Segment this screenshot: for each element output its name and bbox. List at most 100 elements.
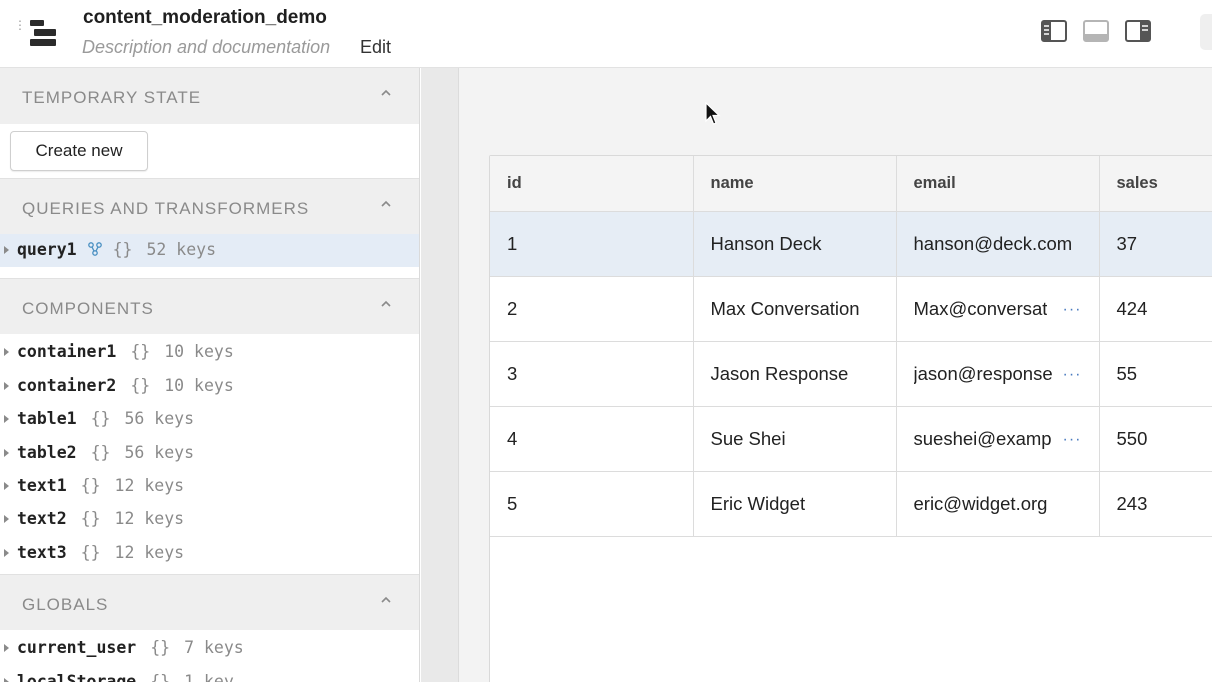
tree-item-table2[interactable]: table2 {} 56 keys (0, 437, 419, 470)
data-table[interactable]: id name email sales 1 Hanson Deck hanson… (489, 155, 1212, 682)
key-count: 52 keys (146, 240, 217, 259)
caret-right-icon[interactable] (4, 481, 9, 490)
tree-item-container2[interactable]: container2 {} 10 keys (0, 370, 419, 403)
key-count: 56 keys (124, 442, 195, 462)
cell-email[interactable]: hanson@deck.com (896, 211, 1100, 277)
tree-item-key: container1 (17, 342, 117, 362)
section-temporary-state[interactable]: TEMPORARY STATE (0, 68, 419, 124)
caret-right-icon[interactable] (4, 348, 9, 357)
toggle-left-panel-icon[interactable] (1041, 20, 1067, 42)
app-description[interactable]: Description and documentation (82, 37, 330, 58)
create-new-button[interactable]: Create new (10, 131, 148, 171)
column-header-sales[interactable]: sales (1099, 156, 1212, 212)
tree-item-text1[interactable]: text1 {} 12 keys (0, 470, 419, 503)
table-row[interactable]: 4 Sue Shei sueshei@examp ··· 550 (490, 406, 1212, 472)
key-count: 10 keys (164, 342, 234, 362)
braces-label: {} (90, 442, 111, 462)
section-title: GLOBALS (22, 595, 109, 615)
tree-item-container1[interactable]: container1 {} 10 keys (0, 336, 419, 369)
section-queries[interactable]: QUERIES AND TRANSFORMERS (0, 178, 419, 234)
cell-email[interactable]: Max@conversat ··· (896, 276, 1100, 342)
braces-label: {} (130, 342, 151, 362)
app-header: ⋮ content_moderation_demo Description an… (0, 0, 1212, 68)
caret-right-icon[interactable] (4, 448, 9, 457)
key-count: 56 keys (124, 409, 195, 429)
temporary-state-body: Create new (0, 124, 419, 178)
cell-name[interactable]: Max Conversation (693, 276, 897, 342)
panel-resize-gutter[interactable] (421, 68, 459, 682)
tree-item-key: container2 (17, 375, 117, 395)
expand-cell-icon[interactable]: ··· (1063, 366, 1082, 384)
column-header-email[interactable]: email (896, 156, 1100, 212)
tree-item-local-storage[interactable]: localStorage {} 1 key (0, 666, 419, 682)
toggle-bottom-panel-icon[interactable] (1083, 20, 1109, 42)
key-count: 7 keys (184, 638, 244, 658)
cell-email[interactable]: sueshei@examp ··· (896, 406, 1100, 472)
table-row[interactable]: 2 Max Conversation Max@conversat ··· 424 (490, 276, 1212, 342)
caret-right-icon[interactable] (4, 548, 9, 557)
cell-sales[interactable]: 424 (1099, 276, 1212, 342)
cell-sales[interactable]: 55 (1099, 341, 1212, 407)
chevron-up-icon[interactable] (379, 199, 393, 209)
key-count: 12 keys (114, 509, 185, 529)
editor-canvas: id name email sales 1 Hanson Deck hanson… (459, 68, 1212, 682)
chevron-up-icon[interactable] (379, 299, 393, 309)
caret-right-icon[interactable] (4, 381, 9, 390)
table-row[interactable]: 3 Jason Response jason@response ··· 55 (490, 341, 1212, 407)
cell-email-text: jason@response (913, 363, 1053, 385)
braces-label: {} (112, 240, 133, 259)
drag-handle-icon[interactable]: ⋮ (14, 19, 26, 42)
cell-name[interactable]: Jason Response (693, 341, 897, 407)
expand-cell-icon[interactable]: ··· (1063, 301, 1082, 319)
tree-item-key: table2 (17, 442, 77, 462)
query-link-icon[interactable] (87, 242, 103, 256)
cell-id[interactable]: 3 (490, 341, 694, 407)
expand-cell-icon[interactable]: ··· (1063, 431, 1082, 449)
cell-id[interactable]: 4 (490, 406, 694, 472)
cell-sales[interactable]: 550 (1099, 406, 1212, 472)
column-header-id[interactable]: id (490, 156, 694, 212)
cell-sales[interactable]: 37 (1099, 211, 1212, 277)
tree-item-table1[interactable]: table1 {} 56 keys (0, 403, 419, 436)
tree-item-key: text1 (17, 475, 67, 495)
header-action-button[interactable] (1200, 14, 1212, 50)
caret-right-icon[interactable] (4, 415, 9, 424)
app-title[interactable]: content_moderation_demo (83, 7, 327, 29)
braces-label: {} (80, 542, 101, 562)
table-row[interactable]: 1 Hanson Deck hanson@deck.com 37 (490, 211, 1212, 277)
tree-item-query1[interactable]: query1 {} 52 keys (0, 234, 419, 268)
cell-email[interactable]: jason@response ··· (896, 341, 1100, 407)
cell-email-text: sueshei@examp (913, 428, 1052, 450)
caret-right-icon[interactable] (4, 644, 9, 653)
tree-item-current-user[interactable]: current_user {} 7 keys (0, 632, 419, 665)
tree-item-key: current_user (17, 638, 137, 658)
tree-item-key: text3 (17, 542, 67, 562)
cell-name[interactable]: Eric Widget (693, 471, 897, 537)
chevron-up-icon[interactable] (379, 595, 393, 605)
tree-item-key: query1 (17, 240, 77, 259)
cell-id[interactable]: 2 (490, 276, 694, 342)
caret-right-icon[interactable] (4, 677, 9, 682)
column-header-name[interactable]: name (693, 156, 897, 212)
cell-email[interactable]: eric@widget.org (896, 471, 1100, 537)
cell-name[interactable]: Hanson Deck (693, 211, 897, 277)
braces-label: {} (150, 671, 171, 682)
braces-label: {} (80, 509, 101, 529)
caret-right-icon[interactable] (4, 246, 9, 254)
tree-item-text2[interactable]: text2 {} 12 keys (0, 503, 419, 536)
tree-item-text3[interactable]: text3 {} 12 keys (0, 537, 419, 570)
cell-name[interactable]: Sue Shei (693, 406, 897, 472)
cell-id[interactable]: 1 (490, 211, 694, 277)
chevron-up-icon[interactable] (379, 88, 393, 98)
toggle-right-panel-icon[interactable] (1125, 20, 1151, 42)
cell-id[interactable]: 5 (490, 471, 694, 537)
tree-item-key: localStorage (17, 671, 137, 682)
table-row[interactable]: 5 Eric Widget eric@widget.org 243 (490, 471, 1212, 537)
edit-description-link[interactable]: Edit (360, 37, 391, 58)
braces-label: {} (90, 409, 111, 429)
caret-right-icon[interactable] (4, 515, 9, 524)
section-components[interactable]: COMPONENTS (0, 278, 419, 335)
section-globals[interactable]: GLOBALS (0, 574, 419, 631)
cell-email-text: Max@conversat (913, 298, 1048, 320)
cell-sales[interactable]: 243 (1099, 471, 1212, 537)
